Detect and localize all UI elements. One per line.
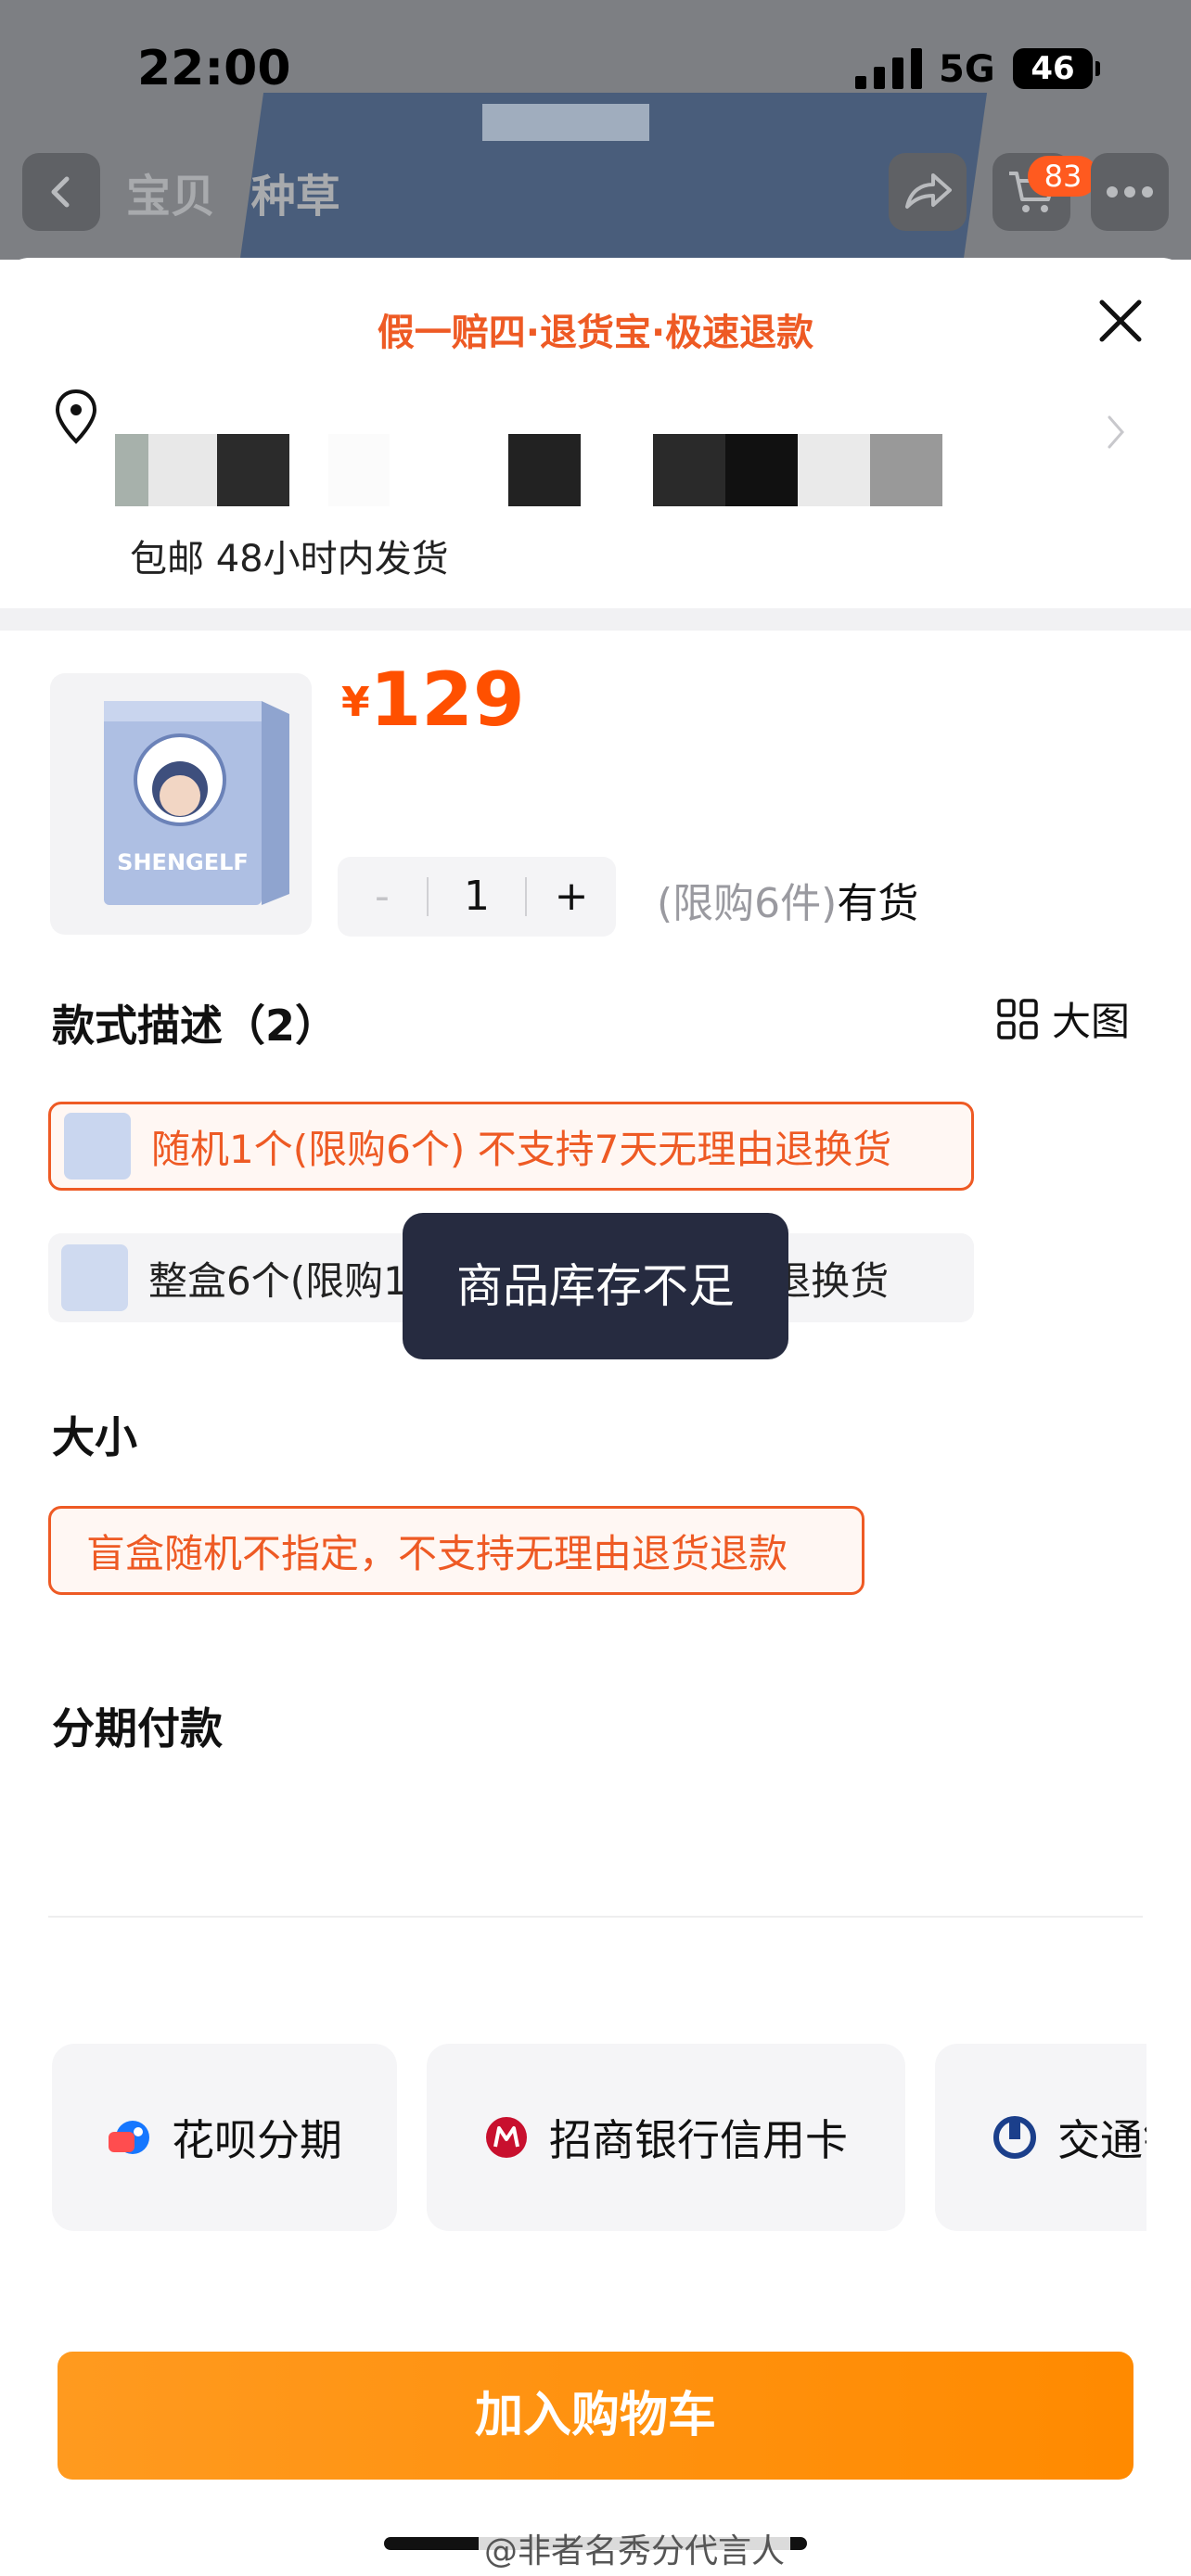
stock-insufficient-toast: 商品库存不足 <box>403 1213 788 1359</box>
option-label: 随机1个(限购6个) 不支持7天无理由退换货 <box>151 1126 892 1172</box>
svg-text:SHENGELF: SHENGELF <box>117 849 249 875</box>
share-icon <box>905 173 952 209</box>
quantity-stepper: - 1 + <box>338 857 616 937</box>
nav-tabs: 宝贝 种草 <box>126 159 361 224</box>
pay-option-label: 交通银行信用卡 <box>1057 2115 1146 2165</box>
stock-status: 有货 <box>837 880 919 927</box>
status-bar: 22:00 5G 46 <box>0 0 1191 139</box>
style-section-title: 款式描述（2） <box>52 1001 339 1051</box>
product-box-image: SHENGELF <box>104 701 289 905</box>
style-option-random-single[interactable]: 随机1个(限购6个) 不支持7天无理由退换货 <box>48 1102 974 1191</box>
price: ¥129 <box>341 657 525 743</box>
option-thumbnail <box>61 1244 128 1311</box>
close-icon[interactable] <box>1095 295 1146 347</box>
pay-option-cmb[interactable]: 招商银行信用卡 <box>427 2044 905 2231</box>
signal-icon <box>855 48 922 89</box>
battery-icon: 46 <box>1013 48 1100 89</box>
grid-icon <box>997 998 1038 1039</box>
address-redacted[interactable] <box>115 434 950 506</box>
quantity-value[interactable]: 1 <box>429 857 525 937</box>
status-time: 22:00 <box>137 41 291 96</box>
decrease-button[interactable]: - <box>338 857 427 937</box>
installment-section-title: 分期付款 <box>52 1703 223 1753</box>
increase-button[interactable]: + <box>527 857 616 937</box>
purchase-limit: (限购6件) <box>657 880 838 927</box>
size-option-random[interactable]: 盲盒随机不指定，不支持无理由退货退款 <box>48 1506 864 1595</box>
section-divider <box>0 608 1191 631</box>
network-type: 5G <box>939 48 995 91</box>
more-icon <box>1107 186 1153 198</box>
huabei-icon <box>109 2121 149 2154</box>
share-button[interactable] <box>889 153 967 231</box>
big-view-button[interactable]: 大图 <box>996 990 1130 1047</box>
tab-baobei[interactable]: 宝贝 <box>126 171 215 223</box>
location-pin-icon <box>55 389 97 444</box>
more-button[interactable] <box>1091 153 1169 231</box>
watermark: @非者名秀分代言人 <box>479 2524 791 2572</box>
chevron-right-icon[interactable] <box>1100 404 1133 460</box>
tab-zhongcao[interactable]: 种草 <box>251 171 340 223</box>
sku-selection-sheet: 假一赔四·退货宝·极速退款 包邮 48小时内发货 SHENGELF ¥129 -… <box>0 258 1191 2576</box>
size-section-title: 大小 <box>52 1412 137 1462</box>
option-label: 盲盒随机不指定，不支持无理由退货退款 <box>86 1530 788 1576</box>
chevron-left-icon <box>51 176 70 208</box>
cmb-bank-icon <box>486 2117 527 2158</box>
product-thumbnail[interactable]: SHENGELF <box>50 673 312 935</box>
big-view-label: 大图 <box>1052 999 1131 1044</box>
pay-option-bocom[interactable]: 交通银行信用卡 <box>935 2044 1146 2231</box>
bocom-bank-icon <box>993 2116 1036 2159</box>
section-divider <box>48 1916 1143 1918</box>
option-thumbnail <box>64 1113 131 1180</box>
shipping-info: 包邮 48小时内发货 <box>130 538 449 580</box>
add-to-cart-button[interactable]: 加入购物车 <box>58 2352 1133 2480</box>
stock-info: (限购6件)有货 <box>657 870 918 929</box>
price-value: 129 <box>369 657 525 743</box>
pay-option-label: 花呗分期 <box>172 2115 342 2165</box>
currency-symbol: ¥ <box>341 679 370 726</box>
back-button[interactable] <box>22 153 100 231</box>
pay-option-huabei[interactable]: 花呗分期 <box>52 2044 397 2231</box>
guarantee-banner: 假一赔四·退货宝·极速退款 <box>377 312 814 354</box>
cart-badge: 83 <box>1028 156 1098 197</box>
pay-option-label: 招商银行信用卡 <box>549 2115 848 2165</box>
